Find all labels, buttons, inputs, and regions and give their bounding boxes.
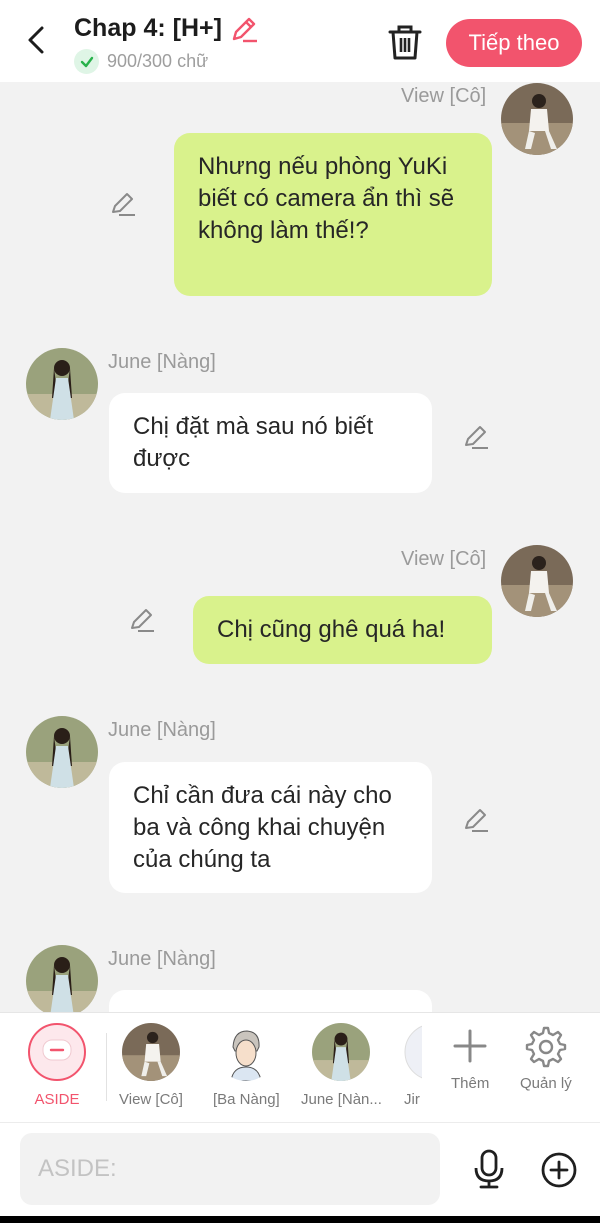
- avatar-june[interactable]: [26, 716, 98, 788]
- character-label: [Ba Nàng]: [213, 1091, 280, 1108]
- character-june[interactable]: June [Nàn...: [301, 1023, 382, 1108]
- edit-message-icon[interactable]: [128, 605, 156, 633]
- avatar-view[interactable]: [501, 83, 573, 155]
- character-label: View [Cô]: [119, 1091, 183, 1108]
- divider: [106, 1033, 107, 1101]
- system-nav-bar: [0, 1216, 600, 1223]
- message-bubble[interactable]: Chị cũng ghê quá ha!: [193, 596, 492, 664]
- top-bar: Chap 4: [H+] 900/300 chữ Tiếp theo: [0, 0, 600, 82]
- add-character-button[interactable]: Thêm: [451, 1025, 489, 1092]
- character-bar: ASIDE View [Cô] [Ba Nàng] June [Nàn... J…: [0, 1012, 600, 1122]
- chat-bubble-icon: [42, 1039, 72, 1061]
- sender-name: June [Nàng]: [108, 948, 216, 970]
- add-circle-icon[interactable]: [540, 1151, 578, 1189]
- sender-name: View [Cô]: [401, 548, 487, 570]
- character-view[interactable]: View [Cô]: [119, 1023, 183, 1108]
- message-bubble[interactable]: Chị đặt mà sau nó biết được: [109, 393, 432, 493]
- avatar: [121, 1023, 180, 1081]
- input-bar: [0, 1122, 600, 1216]
- character-label: June [Nàn...: [301, 1091, 382, 1108]
- message-bubble[interactable]: Nhưng nếu phòng YuKi biết có camera ẩn t…: [174, 133, 492, 296]
- character-label: ASIDE: [34, 1091, 80, 1108]
- word-count: 900/300 chữ: [107, 51, 209, 71]
- microphone-icon[interactable]: [470, 1149, 508, 1189]
- edit-message-icon[interactable]: [109, 189, 137, 217]
- sender-name: View [Cô]: [401, 85, 487, 107]
- avatar-june[interactable]: [26, 348, 98, 420]
- title-row: Chap 4: [H+]: [74, 14, 258, 43]
- manage-button[interactable]: Quản lý: [520, 1025, 572, 1092]
- avatar-view[interactable]: [501, 545, 573, 617]
- character-label: Jir: [404, 1091, 420, 1108]
- chat-area[interactable]: View [Cô] Nhưng nếu phòng YuKi biết có c…: [0, 82, 600, 1012]
- next-button[interactable]: Tiếp theo: [446, 19, 582, 67]
- back-button[interactable]: [18, 22, 54, 58]
- avatar: [312, 1023, 371, 1081]
- edit-title-icon[interactable]: [230, 15, 258, 43]
- word-count-row: 900/300 chữ: [74, 49, 208, 74]
- message-input[interactable]: [20, 1133, 440, 1205]
- message-bubble[interactable]: Chỉ cần đưa cái này cho ba và công khai …: [109, 762, 432, 893]
- sender-name: June [Nàng]: [108, 719, 216, 741]
- plus-icon: [453, 1029, 487, 1063]
- add-label: Thêm: [451, 1075, 490, 1092]
- edit-message-icon[interactable]: [462, 805, 490, 833]
- chapter-title: Chap 4: [H+]: [74, 14, 222, 42]
- character-partial[interactable]: Jir: [404, 1023, 422, 1108]
- avatar-june[interactable]: [26, 945, 98, 1012]
- chevron-left-icon: [28, 26, 44, 54]
- avatar: [404, 1023, 422, 1081]
- character-ba-nang[interactable]: [Ba Nàng]: [213, 1023, 280, 1108]
- check-icon: [74, 49, 99, 74]
- aside-avatar: [28, 1023, 86, 1081]
- gear-icon: [525, 1026, 567, 1068]
- trash-icon[interactable]: [386, 22, 424, 62]
- message-bubble[interactable]: [109, 990, 432, 1012]
- manage-label: Quản lý: [520, 1075, 572, 1092]
- avatar: [217, 1023, 276, 1081]
- character-aside[interactable]: ASIDE: [28, 1023, 86, 1108]
- sender-name: June [Nàng]: [108, 351, 216, 373]
- edit-message-icon[interactable]: [462, 422, 490, 450]
